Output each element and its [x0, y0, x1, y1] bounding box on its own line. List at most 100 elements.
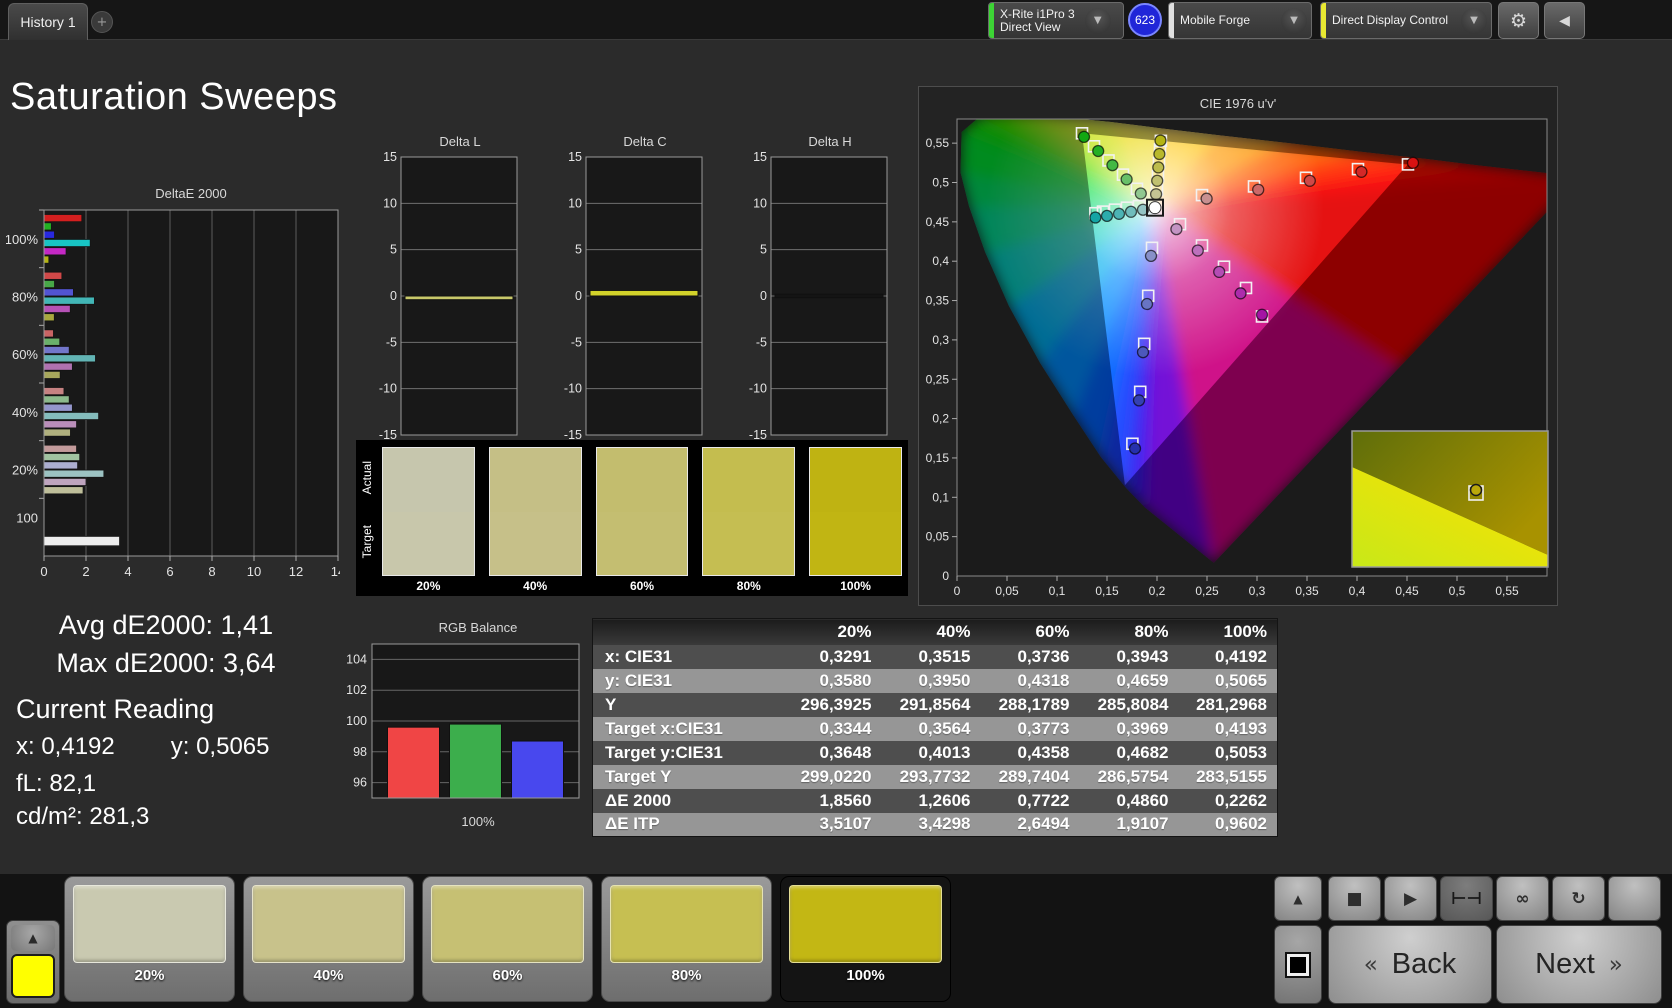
actual-label: Actual: [360, 461, 374, 495]
continuous-button[interactable]: ∞: [1496, 876, 1549, 921]
measurement-table: 20% 40% 60% 80% 100% x: CIE31 0,3291 0,3515 0,37…: [592, 618, 1278, 837]
measured-point: [1077, 130, 1091, 144]
bar: [43, 214, 83, 223]
tick-label: 10: [568, 196, 582, 210]
tick-label: 100: [16, 510, 38, 525]
inset-measured-point: [1469, 483, 1483, 497]
bar: [43, 288, 74, 297]
tick-label: 0,05: [995, 584, 1019, 598]
tick-label: 5: [760, 243, 767, 257]
next-button[interactable]: Next »: [1496, 925, 1662, 1004]
source-selector[interactable]: Mobile Forge ▼: [1168, 2, 1312, 39]
table-row: Y 296,3925 291,8564 288,1789 285,8084 281,296…: [592, 692, 1278, 717]
pattern-swatch-button-20%[interactable]: 20%: [64, 876, 235, 1002]
bar: [43, 271, 63, 280]
row-label: Y: [592, 692, 783, 717]
single-measure-button[interactable]: ⊢⊣: [1440, 876, 1493, 921]
tick-label: 14: [331, 564, 340, 579]
measured-point: [1132, 394, 1146, 407]
actual-target-swatch: [488, 447, 582, 576]
tab-history-1[interactable]: History 1: [8, 3, 88, 40]
column-header: 80%: [1079, 618, 1179, 645]
tick-label: 0,35: [926, 294, 950, 308]
collapse-panel-icon[interactable]: ◀: [1544, 2, 1585, 39]
measured-point: [1149, 188, 1163, 201]
bar: [43, 477, 87, 486]
table-cell: 283,5155: [1178, 764, 1278, 789]
pattern-swatch-button-40%[interactable]: 40%: [243, 876, 414, 1002]
bar-group: [43, 535, 121, 547]
row-label: ΔE 2000: [592, 788, 783, 813]
table-cell: 0,3950: [881, 668, 981, 693]
row-label: y: CIE31: [592, 668, 783, 693]
current-fl-value: fL: 82,1: [16, 770, 97, 797]
gear-icon[interactable]: ⚙: [1498, 2, 1539, 39]
actual-target-swatch-strip: Actual Target 20% 40% 60% 80% 100%: [356, 440, 908, 596]
meter-selector[interactable]: X-Rite i1Pro 3 Direct View ▼: [988, 2, 1124, 39]
table-cell: 281,2968: [1178, 692, 1278, 717]
swatch-cell: 80%: [702, 447, 796, 596]
actual-target-swatch: [382, 447, 475, 576]
pattern-swatch-label: 40%: [313, 967, 344, 984]
blank-button[interactable]: [1608, 876, 1661, 921]
bar: [43, 354, 96, 363]
measured-point: [1128, 442, 1142, 455]
pattern-window-button[interactable]: [1274, 925, 1322, 1004]
measured-point: [1151, 174, 1164, 187]
up-arrow-icon[interactable]: ▲: [1274, 876, 1322, 921]
pattern-swatch-label: 100%: [846, 967, 885, 984]
pattern-swatch-button-60%[interactable]: 60%: [422, 876, 593, 1002]
tick-label: 10: [753, 196, 767, 210]
tick-label: 2: [82, 564, 89, 579]
current-pattern-swatch[interactable]: [11, 954, 55, 998]
tick-label: 102: [346, 683, 367, 697]
tick-label: 96: [353, 776, 367, 790]
swatch-level-label: 80%: [736, 579, 761, 593]
table-cell: 293,7732: [881, 764, 981, 789]
chart-title: RGB Balance: [438, 620, 518, 635]
bar: [43, 461, 78, 470]
tick-label: 0: [954, 584, 961, 598]
table-cell: 296,3925: [782, 692, 882, 717]
table-cell: 285,8084: [1079, 692, 1179, 717]
stop-button[interactable]: ■: [1328, 876, 1381, 921]
measured-point: [1252, 183, 1265, 196]
tick-label: 0,5: [932, 176, 949, 190]
bar: [43, 535, 121, 547]
add-tab-button[interactable]: +: [91, 11, 113, 33]
table-cell: 0,4682: [1079, 740, 1179, 765]
bar: [774, 293, 884, 299]
actual-swatch: [596, 448, 688, 512]
refresh-button[interactable]: ↻: [1552, 876, 1605, 921]
tick-label: 0,4: [1349, 584, 1366, 598]
display-control-selector[interactable]: Direct Display Control ▼: [1320, 2, 1492, 39]
tick-label: 8: [208, 564, 215, 579]
tick-label: 15: [383, 152, 397, 164]
tick-label: -15: [564, 428, 582, 440]
chevron-down-icon[interactable]: ▼: [1084, 7, 1111, 34]
topbar: History 1 + X-Rite i1Pro 3 Direct View ▼…: [0, 0, 1672, 40]
table-cell: 1,2606: [881, 788, 981, 813]
pattern-swatch-button-80%[interactable]: 80%: [601, 876, 772, 1002]
table-cell: 291,8564: [881, 692, 981, 717]
back-button[interactable]: « Back: [1328, 925, 1492, 1004]
play-button[interactable]: ▶: [1384, 876, 1437, 921]
next-label: Next: [1535, 948, 1595, 980]
pattern-swatch-button-100%[interactable]: 100%: [780, 876, 951, 1002]
tick-label: 40%: [12, 405, 38, 420]
column-header: [592, 618, 783, 645]
actual-swatch: [383, 448, 474, 512]
current-y-value: y: 0,5065: [170, 733, 270, 760]
swatch-level-label: 100%: [840, 579, 871, 593]
row-label: x: CIE31: [592, 644, 783, 669]
table-cell: 288,1789: [980, 692, 1080, 717]
tick-label: 0,2: [932, 412, 949, 426]
row-label: ΔE ITP: [592, 812, 783, 837]
chevron-down-icon[interactable]: ▼: [1461, 7, 1487, 34]
chevron-down-icon[interactable]: ▼: [1281, 7, 1307, 34]
meter-count-badge[interactable]: 623: [1128, 3, 1162, 37]
up-arrow-icon[interactable]: ▲: [11, 925, 55, 951]
table-cell: 0,3773: [980, 716, 1080, 741]
tick-label: 4: [124, 564, 131, 579]
measured-point: [1124, 205, 1138, 218]
